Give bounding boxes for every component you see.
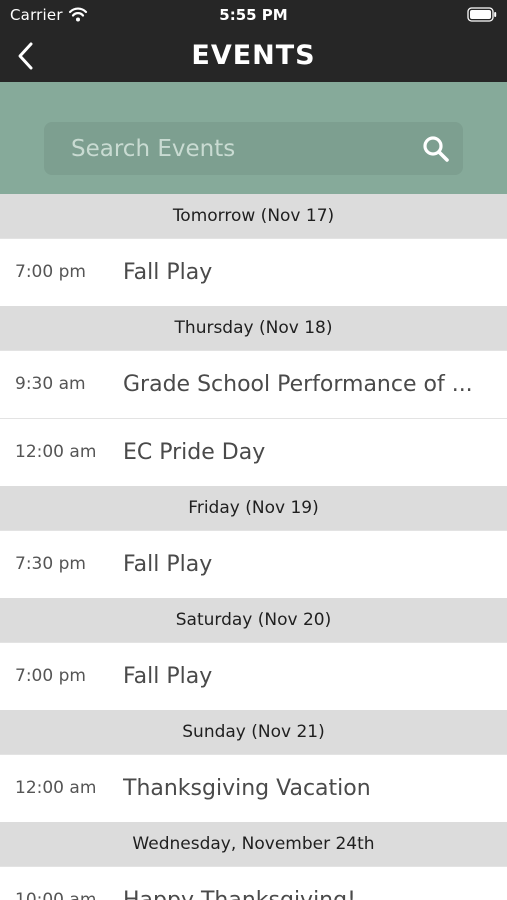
section-header: Sunday (Nov 21) xyxy=(0,710,507,754)
section-header: Wednesday, November 24th xyxy=(0,822,507,866)
navigation-bar: EVENTS xyxy=(0,30,507,82)
event-time: 7:00 pm xyxy=(15,262,86,282)
event-row[interactable]: 9:30 am Grade School Performance of ... xyxy=(0,350,507,418)
event-row[interactable]: 7:00 pm Fall Play xyxy=(0,642,507,710)
event-list: Tomorrow (Nov 17) 7:00 pm Fall Play Thursda… xyxy=(0,194,507,900)
event-time: 12:00 am xyxy=(15,778,97,798)
section-header: Tomorrow (Nov 17) xyxy=(0,194,507,238)
event-row[interactable]: 12:00 am EC Pride Day xyxy=(0,418,507,486)
section-header: Thursday (Nov 18) xyxy=(0,306,507,350)
search-input[interactable] xyxy=(44,122,404,175)
event-title: Grade School Performance of ... xyxy=(123,372,473,397)
search-field[interactable] xyxy=(44,122,463,175)
app-screen: Carrier 5:55 PM EVENTS Tomor xyxy=(0,0,507,900)
event-title: Fall Play xyxy=(123,260,213,285)
section-header: Saturday (Nov 20) xyxy=(0,598,507,642)
event-title: Thanksgiving Vacation xyxy=(123,776,371,801)
event-title: Fall Play xyxy=(123,664,213,689)
event-time: 12:00 am xyxy=(15,442,97,462)
event-time: 7:30 pm xyxy=(15,554,86,574)
search-icon[interactable] xyxy=(421,134,451,164)
page-title: EVENTS xyxy=(191,40,316,71)
status-bar: Carrier 5:55 PM xyxy=(0,0,507,30)
event-time: 9:30 am xyxy=(15,374,86,394)
event-row[interactable]: 7:30 pm Fall Play xyxy=(0,530,507,598)
event-title: Happy Thanksgiving! xyxy=(123,867,487,900)
event-title: EC Pride Day xyxy=(123,440,266,465)
event-time: 10:00 am xyxy=(15,890,97,900)
event-row[interactable]: 7:00 pm Fall Play xyxy=(0,238,507,306)
section-header: Friday (Nov 19) xyxy=(0,486,507,530)
event-title: Fall Play xyxy=(123,552,213,577)
battery-icon xyxy=(467,7,497,22)
status-time: 5:55 PM xyxy=(219,6,288,24)
event-row[interactable]: 10:00 am Happy Thanksgiving! xyxy=(0,866,507,900)
event-time: 7:00 pm xyxy=(15,666,86,686)
search-area xyxy=(0,82,507,194)
event-row[interactable]: 12:00 am Thanksgiving Vacation xyxy=(0,754,507,822)
